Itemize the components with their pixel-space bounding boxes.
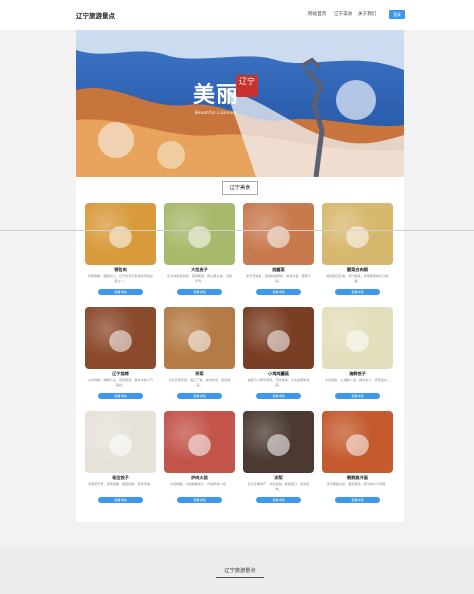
food-desc: 榛蘑与小笨鸡同炖，汤浓味美，东北经典家常菜。	[247, 378, 310, 387]
food-photo[interactable]	[322, 411, 393, 473]
food-desc: 沈阳老字号，皮薄馅嫩，造型别致，百年传承。	[88, 482, 153, 486]
food-name: 海鲜饺子	[349, 371, 366, 376]
view-details-button[interactable]: 查看详情	[177, 393, 222, 399]
food-card[interactable]: 锅包肉 外酥里嫩，酸甜可口，辽宁最具代表性的传统名菜之一。 查看详情	[85, 203, 156, 299]
food-photo[interactable]	[243, 203, 314, 265]
food-photo[interactable]	[322, 203, 393, 265]
food-desc: 外酥里嫩，酸甜可口，辽宁最具代表性的传统名菜之一。	[88, 274, 153, 283]
site-brand[interactable]: 辽宁旅游景点	[76, 10, 115, 20]
food-name: 拌菜	[195, 371, 204, 376]
food-name: 朝鲜族冷面	[347, 475, 368, 480]
view-details-button[interactable]: 查看详情	[335, 393, 380, 399]
food-photo[interactable]	[164, 307, 235, 369]
food-card[interactable]: 冻梨 东北冬季特产，冰凉甘甜，解腻爽口，别具风味。 查看详情	[243, 411, 314, 507]
food-photo[interactable]	[164, 203, 235, 265]
food-card[interactable]: 炉肉火烧 外皮酥脆，内馅鲜嫩多汁，传统风味小吃。 查看详情	[164, 411, 235, 507]
nav-food[interactable]: 辽宁美食	[334, 11, 352, 17]
food-desc: 外皮酥脆，内馅鲜嫩多汁，传统风味小吃。	[170, 482, 229, 486]
hero-banner: 美丽 辽宁 Beautiful Liaoning	[76, 30, 404, 177]
nav-about[interactable]: 关于我们	[358, 11, 376, 17]
food-card[interactable]: 大拉皮子 东北特色凉拌菜，爽滑筋道，配以黄瓜丝，清爽开胃。 查看详情	[164, 203, 235, 299]
food-photo[interactable]	[85, 411, 156, 473]
hero-title: 美丽	[193, 82, 240, 108]
food-desc: 老字号熟食，选用新鲜原料，酱香浓郁，肥而不腻。	[246, 274, 311, 283]
view-details-button[interactable]: 查看详情	[256, 289, 301, 295]
food-desc: 大连特色，以海鲜入馅，鲜香多汁，皮薄馅大。	[325, 378, 390, 382]
food-desc: 以羊肉串、烤筋为主，孜然麻辣，夜市中的人气美食。	[88, 378, 153, 387]
view-details-button[interactable]: 查看详情	[177, 497, 222, 503]
section-title: 辽宁美食	[222, 181, 258, 195]
food-photo[interactable]	[164, 411, 235, 473]
food-photo[interactable]	[322, 307, 393, 369]
food-name: 烧酱菜	[272, 267, 285, 272]
view-details-button[interactable]: 查看详情	[256, 497, 301, 503]
food-card[interactable]: 小鸡炖蘑菇 榛蘑与小笨鸡同炖，汤浓味美，东北经典家常菜。 查看详情	[243, 307, 314, 403]
food-card[interactable]: 朝鲜族冷面 汤汁酸甜清凉，面条筋道，配牛肉片与鸡蛋。 查看详情	[322, 411, 393, 507]
view-details-button[interactable]: 查看详情	[256, 393, 301, 399]
top-navbar: 辽宁旅游景点 网站首页 辽宁美食 关于我们 登录	[0, 0, 474, 30]
hero-subtitle: Beautiful Liaoning	[195, 110, 237, 115]
food-name: 老边饺子	[112, 475, 129, 480]
view-details-button[interactable]: 查看详情	[177, 289, 222, 295]
nav-home[interactable]: 网站首页	[308, 11, 326, 17]
footer-brand: 辽宁旅游景点	[216, 567, 264, 578]
hero-landscape-image	[76, 30, 404, 177]
view-details-button[interactable]: 查看详情	[335, 289, 380, 295]
food-card[interactable]: 烧酱菜 老字号熟食，选用新鲜原料，酱香浓郁，肥而不腻。 查看详情	[243, 203, 314, 299]
food-photo[interactable]	[85, 307, 156, 369]
food-photo[interactable]	[243, 411, 314, 473]
footer: 辽宁旅游景点	[0, 547, 474, 594]
food-name: 炉肉火烧	[191, 475, 208, 480]
login-button[interactable]: 登录	[389, 10, 405, 19]
food-photo[interactable]	[85, 203, 156, 265]
food-card[interactable]: 老边饺子 沈阳老字号，皮薄馅嫩，造型别致，百年传承。 查看详情	[85, 411, 156, 507]
view-details-button[interactable]: 查看详情	[98, 393, 143, 399]
view-details-button[interactable]: 查看详情	[98, 497, 143, 503]
food-desc: 东北冬季特产，冰凉甘甜，解腻爽口，别具风味。	[247, 482, 310, 491]
food-desc: 东北农家拌菜，爽口下饭，食材丰富，色彩鲜亮。	[168, 378, 231, 387]
food-desc: 东北特色凉拌菜，爽滑筋道，配以黄瓜丝，清爽开胃。	[167, 274, 232, 283]
food-card[interactable]: 酸菜白肉锅 酸菜配五花肉，汤汁鲜美，冬季驱寒的东北经典。 查看详情	[322, 203, 393, 299]
view-details-button[interactable]: 查看详情	[98, 289, 143, 295]
hero-seal-stamp: 辽宁	[236, 75, 258, 97]
food-name: 酸菜白肉锅	[347, 267, 368, 272]
food-card[interactable]: 辽宁烧烤 以羊肉串、烤筋为主，孜然麻辣，夜市中的人气美食。 查看详情	[85, 307, 156, 403]
food-section: 辽宁美食 锅包肉 外酥里嫩，酸甜可口，辽宁最具代表性的传统名菜之一。 查看详情 …	[76, 177, 404, 522]
food-photo[interactable]	[243, 307, 314, 369]
food-name: 辽宁烧烤	[112, 371, 129, 376]
food-desc: 汤汁酸甜清凉，面条筋道，配牛肉片与鸡蛋。	[326, 482, 389, 486]
food-name: 小鸡炖蘑菇	[268, 371, 289, 376]
view-details-button[interactable]: 查看详情	[335, 497, 380, 503]
food-card[interactable]: 拌菜 东北农家拌菜，爽口下饭，食材丰富，色彩鲜亮。 查看详情	[164, 307, 235, 403]
food-card[interactable]: 海鲜饺子 大连特色，以海鲜入馅，鲜香多汁，皮薄馅大。 查看详情	[322, 307, 393, 403]
page-divider	[0, 230, 474, 231]
food-desc: 酸菜配五花肉，汤汁鲜美，冬季驱寒的东北经典。	[326, 274, 389, 283]
food-name: 冻梨	[274, 475, 283, 480]
food-name: 大拉皮子	[191, 267, 208, 272]
food-name: 锅包肉	[114, 267, 127, 272]
